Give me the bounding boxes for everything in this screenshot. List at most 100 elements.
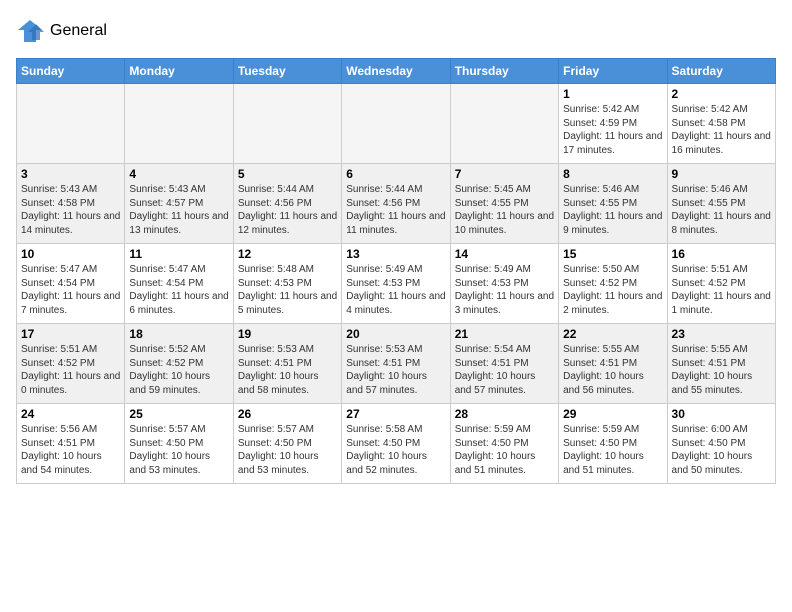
- day-number: 24: [21, 407, 120, 421]
- day-info: Sunrise: 5:57 AMSunset: 4:50 PMDaylight:…: [129, 423, 228, 477]
- calendar-day-cell: 28Sunrise: 5:59 AMSunset: 4:50 PMDayligh…: [450, 404, 558, 484]
- day-info: Sunrise: 5:52 AMSunset: 4:52 PMDaylight:…: [129, 343, 228, 397]
- day-info: Sunrise: 6:00 AMSunset: 4:50 PMDaylight:…: [672, 423, 771, 477]
- day-number: 20: [346, 327, 445, 341]
- day-info: Sunrise: 5:45 AMSunset: 4:55 PMDaylight:…: [455, 183, 554, 237]
- calendar-day-cell: [17, 84, 125, 164]
- logo-icon: [16, 16, 46, 46]
- calendar-day-cell: 25 Sunrise: 5:57 AMSunset: 4:50 PMDayligh…: [125, 404, 233, 484]
- calendar-day-cell: [450, 84, 558, 164]
- day-number: 3: [21, 167, 120, 181]
- calendar-week-row: 24Sunrise: 5:56 AMSunset: 4:51 PMDayligh…: [17, 404, 776, 484]
- calendar-day-cell: 13 Sunrise: 5:49 AMSunset: 4:53 PMDayligh…: [342, 244, 450, 324]
- day-number: 29: [563, 407, 662, 421]
- day-info: Sunrise: 5:57 AMSunset: 4:50 PMDaylight:…: [238, 423, 337, 477]
- day-number: 30: [672, 407, 771, 421]
- day-number: 10: [21, 247, 120, 261]
- day-number: 19: [238, 327, 337, 341]
- day-info: Sunrise: 5:49 AMSunset: 4:53 PMDaylight:…: [455, 263, 554, 317]
- calendar-day-cell: 7 Sunrise: 5:45 AMSunset: 4:55 PMDaylight…: [450, 164, 558, 244]
- calendar-day-cell: 5 Sunrise: 5:44 AMSunset: 4:56 PMDaylight…: [233, 164, 341, 244]
- calendar-day-cell: [125, 84, 233, 164]
- calendar-day-cell: [342, 84, 450, 164]
- day-info: Sunrise: 5:47 AMSunset: 4:54 PMDaylight:…: [129, 263, 228, 317]
- day-info: Sunrise: 5:44 AMSunset: 4:56 PMDaylight:…: [238, 183, 337, 237]
- calendar-header-row: SundayMondayTuesdayWednesdayThursdayFrid…: [17, 59, 776, 84]
- day-info: Sunrise: 5:44 AMSunset: 4:56 PMDaylight:…: [346, 183, 445, 237]
- calendar-day-cell: 12 Sunrise: 5:48 AMSunset: 4:53 PMDayligh…: [233, 244, 341, 324]
- day-number: 15: [563, 247, 662, 261]
- day-info: Sunrise: 5:54 AMSunset: 4:51 PMDaylight:…: [455, 343, 554, 397]
- day-number: 14: [455, 247, 554, 261]
- calendar-day-cell: 10Sunrise: 5:47 AMSunset: 4:54 PMDayligh…: [17, 244, 125, 324]
- logo: General: [16, 16, 107, 46]
- weekday-header: Tuesday: [233, 59, 341, 84]
- day-number: 13: [346, 247, 445, 261]
- calendar-day-cell: 19Sunrise: 5:53 AMSunset: 4:51 PMDayligh…: [233, 324, 341, 404]
- day-number: 11: [129, 247, 228, 261]
- day-info: Sunrise: 5:42 AMSunset: 4:59 PMDaylight:…: [563, 103, 662, 157]
- day-number: 2: [672, 87, 771, 101]
- calendar-day-cell: 14 Sunrise: 5:49 AMSunset: 4:53 PMDayligh…: [450, 244, 558, 324]
- weekday-header: Wednesday: [342, 59, 450, 84]
- calendar-day-cell: 27 Sunrise: 5:58 AMSunset: 4:50 PMDayligh…: [342, 404, 450, 484]
- day-info: Sunrise: 5:42 AMSunset: 4:58 PMDaylight:…: [672, 103, 771, 157]
- day-info: Sunrise: 5:53 AMSunset: 4:51 PMDaylight:…: [346, 343, 445, 397]
- day-info: Sunrise: 5:43 AMSunset: 4:58 PMDaylight:…: [21, 183, 120, 237]
- day-number: 16: [672, 247, 771, 261]
- calendar-day-cell: 2 Sunrise: 5:42 AMSunset: 4:58 PMDaylight…: [667, 84, 775, 164]
- day-number: 23: [672, 327, 771, 341]
- day-info: Sunrise: 5:50 AMSunset: 4:52 PMDaylight:…: [563, 263, 662, 317]
- calendar-week-row: 17 Sunrise: 5:51 AMSunset: 4:52 PMDayligh…: [17, 324, 776, 404]
- day-number: 21: [455, 327, 554, 341]
- calendar-day-cell: 21 Sunrise: 5:54 AMSunset: 4:51 PMDayligh…: [450, 324, 558, 404]
- calendar-day-cell: 23 Sunrise: 5:55 AMSunset: 4:51 PMDayligh…: [667, 324, 775, 404]
- day-info: Sunrise: 5:48 AMSunset: 4:53 PMDaylight:…: [238, 263, 337, 317]
- calendar-day-cell: 1 Sunrise: 5:42 AMSunset: 4:59 PMDaylight…: [559, 84, 667, 164]
- calendar-day-cell: 22 Sunrise: 5:55 AMSunset: 4:51 PMDayligh…: [559, 324, 667, 404]
- day-info: Sunrise: 5:55 AMSunset: 4:51 PMDaylight:…: [672, 343, 771, 397]
- day-number: 27: [346, 407, 445, 421]
- day-number: 25: [129, 407, 228, 421]
- calendar: SundayMondayTuesdayWednesdayThursdayFrid…: [16, 58, 776, 484]
- calendar-day-cell: 24Sunrise: 5:56 AMSunset: 4:51 PMDayligh…: [17, 404, 125, 484]
- calendar-day-cell: 4Sunrise: 5:43 AMSunset: 4:57 PMDaylight…: [125, 164, 233, 244]
- day-info: Sunrise: 5:55 AMSunset: 4:51 PMDaylight:…: [563, 343, 662, 397]
- day-number: 6: [346, 167, 445, 181]
- calendar-day-cell: 17 Sunrise: 5:51 AMSunset: 4:52 PMDayligh…: [17, 324, 125, 404]
- weekday-header: Friday: [559, 59, 667, 84]
- day-number: 26: [238, 407, 337, 421]
- day-number: 1: [563, 87, 662, 101]
- calendar-day-cell: 11 Sunrise: 5:47 AMSunset: 4:54 PMDayligh…: [125, 244, 233, 324]
- day-number: 12: [238, 247, 337, 261]
- calendar-week-row: 1 Sunrise: 5:42 AMSunset: 4:59 PMDaylight…: [17, 84, 776, 164]
- day-number: 9: [672, 167, 771, 181]
- calendar-day-cell: 9Sunrise: 5:46 AMSunset: 4:55 PMDaylight…: [667, 164, 775, 244]
- calendar-day-cell: 16 Sunrise: 5:51 AMSunset: 4:52 PMDayligh…: [667, 244, 775, 324]
- calendar-week-row: 3 Sunrise: 5:43 AMSunset: 4:58 PMDaylight…: [17, 164, 776, 244]
- calendar-day-cell: 6 Sunrise: 5:44 AMSunset: 4:56 PMDaylight…: [342, 164, 450, 244]
- day-number: 18: [129, 327, 228, 341]
- day-info: Sunrise: 5:43 AMSunset: 4:57 PMDaylight:…: [129, 183, 228, 237]
- weekday-header: Thursday: [450, 59, 558, 84]
- day-info: Sunrise: 5:58 AMSunset: 4:50 PMDaylight:…: [346, 423, 445, 477]
- day-info: Sunrise: 5:51 AMSunset: 4:52 PMDaylight:…: [672, 263, 771, 317]
- weekday-header: Monday: [125, 59, 233, 84]
- day-info: Sunrise: 5:51 AMSunset: 4:52 PMDaylight:…: [21, 343, 120, 397]
- calendar-day-cell: [233, 84, 341, 164]
- calendar-day-cell: 30 Sunrise: 6:00 AMSunset: 4:50 PMDayligh…: [667, 404, 775, 484]
- logo-text: General: [50, 22, 107, 40]
- day-number: 22: [563, 327, 662, 341]
- calendar-day-cell: 15 Sunrise: 5:50 AMSunset: 4:52 PMDayligh…: [559, 244, 667, 324]
- calendar-day-cell: 3 Sunrise: 5:43 AMSunset: 4:58 PMDaylight…: [17, 164, 125, 244]
- day-number: 17: [21, 327, 120, 341]
- calendar-day-cell: 26 Sunrise: 5:57 AMSunset: 4:50 PMDayligh…: [233, 404, 341, 484]
- header: General: [16, 16, 776, 46]
- day-number: 5: [238, 167, 337, 181]
- calendar-week-row: 10 Sunrise: 5:47 AMSunset: 4:54 PMDayligh…: [17, 244, 776, 324]
- day-number: 7: [455, 167, 554, 181]
- day-info: Sunrise: 5:49 AMSunset: 4:53 PMDaylight:…: [346, 263, 445, 317]
- day-info: Sunrise: 5:59 AMSunset: 4:50 PMDaylight:…: [455, 423, 554, 477]
- calendar-day-cell: 18 Sunrise: 5:52 AMSunset: 4:52 PMDayligh…: [125, 324, 233, 404]
- weekday-header: Sunday: [17, 59, 125, 84]
